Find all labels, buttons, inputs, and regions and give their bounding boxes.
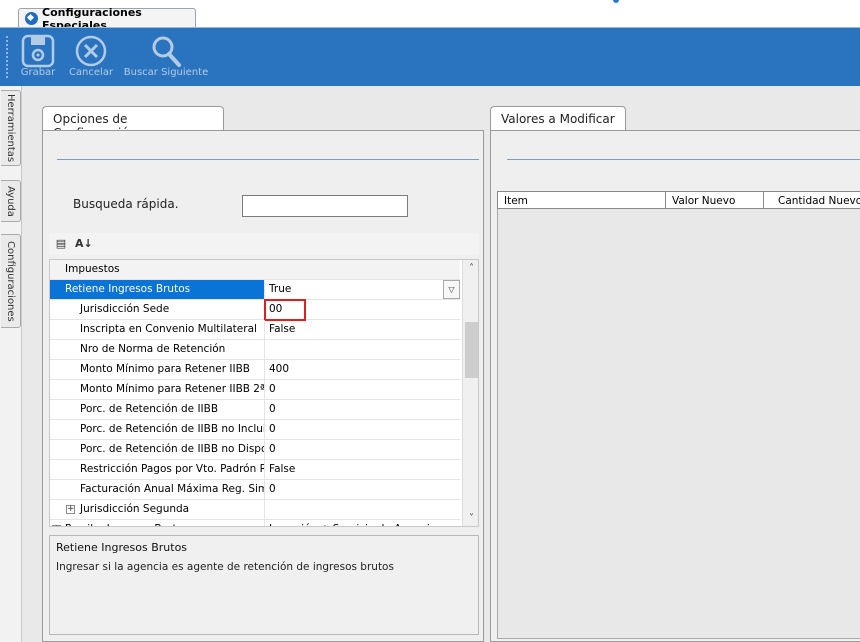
- main-area: Opciones de Configuración Busqueda rápid…: [22, 86, 860, 642]
- property-row[interactable]: +Percibe Ingresos BrutosInversión + Serv…: [50, 520, 460, 526]
- document-tab-bar: Configuraciones Especiales: [0, 0, 860, 32]
- search-icon: [152, 36, 181, 67]
- property-row[interactable]: Monto Mínimo para Retener IIBB 2ª Ju 0: [50, 380, 460, 400]
- column-header-item[interactable]: Item: [498, 192, 666, 209]
- highlight-box: [264, 299, 306, 321]
- save-button[interactable]: Grabar: [16, 32, 60, 82]
- options-divider: [57, 159, 479, 160]
- property-value[interactable]: 400: [266, 360, 460, 379]
- property-row[interactable]: Porc. de Retención de IIBB no Dispon 0: [50, 440, 460, 460]
- property-name: Impuestos: [50, 260, 460, 279]
- side-tab-strip: Herramientas Ayuda Configuraciones: [0, 86, 22, 642]
- side-tab-herramientas[interactable]: Herramientas: [1, 90, 21, 166]
- property-value[interactable]: 0: [266, 480, 460, 499]
- values-panel-tab[interactable]: Valores a Modificar: [490, 106, 626, 131]
- property-row[interactable]: Jurisdicción Sede 00: [50, 300, 460, 320]
- property-grid: −Impuestos−Retiene Ingresos BrutosTrue▽J…: [49, 259, 479, 527]
- property-value[interactable]: Inversión + Servicio de Agencia: [266, 520, 460, 526]
- find-next-button[interactable]: Buscar Siguiente: [122, 32, 210, 82]
- property-value[interactable]: 0: [266, 420, 460, 439]
- property-row[interactable]: Monto Mínimo para Retener IIBB 400: [50, 360, 460, 380]
- property-value[interactable]: False: [266, 460, 460, 479]
- property-row[interactable]: Nro de Norma de Retención: [50, 340, 460, 360]
- quick-search-label: Busqueda rápida.: [73, 197, 179, 211]
- property-name: Jurisdicción Segunda: [50, 500, 265, 519]
- document-tab[interactable]: Configuraciones Especiales: [18, 6, 196, 32]
- property-name: Jurisdicción Sede: [50, 300, 265, 319]
- values-divider: [507, 159, 860, 160]
- scroll-down-icon[interactable]: ˅: [463, 510, 478, 526]
- property-row[interactable]: + Jurisdicción Segunda: [50, 500, 460, 520]
- side-tab-configuraciones[interactable]: Configuraciones: [1, 234, 21, 328]
- property-value[interactable]: [266, 340, 460, 359]
- property-value[interactable]: 0: [266, 440, 460, 459]
- property-description-panel: Retiene Ingresos Brutos Ingresar si la a…: [49, 535, 479, 635]
- property-row[interactable]: −Retiene Ingresos BrutosTrue▽: [50, 280, 460, 300]
- property-name: Nro de Norma de Retención: [50, 340, 265, 359]
- property-name: Inscripta en Convenio Multilateral: [50, 320, 265, 339]
- dropdown-arrow-icon[interactable]: ▽: [443, 280, 460, 299]
- column-header-valor-nuevo[interactable]: Valor Nuevo: [666, 192, 764, 209]
- save-icon: [21, 34, 55, 68]
- property-name: Porc. de Retención de IIBB: [50, 400, 265, 419]
- save-label: Grabar: [20, 67, 56, 78]
- property-value[interactable]: 0: [266, 400, 460, 419]
- property-value[interactable]: False: [266, 320, 460, 339]
- property-value[interactable]: [266, 500, 460, 519]
- side-tab-ayuda[interactable]: Ayuda: [1, 180, 21, 222]
- side-tab-label: Configuraciones: [5, 240, 16, 322]
- property-row[interactable]: Porc. de Retención de IIBB no Incluid 0: [50, 420, 460, 440]
- alphabetical-sort-icon[interactable]: A↓: [75, 236, 93, 252]
- property-name: Porc. de Retención de IIBB no Dispon: [50, 440, 265, 459]
- property-description-text: Ingresar si la agencia es agente de rete…: [56, 561, 394, 573]
- side-tab-label: Herramientas: [5, 93, 16, 163]
- values-grid-body[interactable]: [497, 209, 860, 639]
- categorized-view-icon[interactable]: ▤: [53, 236, 69, 252]
- cancel-button[interactable]: Cancelar: [66, 32, 116, 82]
- property-row[interactable]: Facturación Anual Máxima Reg. Simpli 0: [50, 480, 460, 500]
- window-indicator: [613, 0, 619, 3]
- property-grid-scrollbar[interactable]: ˄ ˅: [462, 260, 478, 526]
- property-name: Porc. de Retención de IIBB no Incluid: [50, 420, 265, 439]
- values-panel: Item Valor Nuevo Cantidad Nuevo: [490, 130, 860, 642]
- options-panel-tab[interactable]: Opciones de Configuración: [42, 106, 224, 140]
- property-name: Facturación Anual Máxima Reg. Simpli: [50, 480, 265, 499]
- property-description-title: Retiene Ingresos Brutos: [56, 541, 188, 554]
- property-name: Percibe Ingresos Brutos: [50, 520, 265, 526]
- property-name: Retiene Ingresos Brutos: [50, 280, 265, 299]
- toolbar-grip[interactable]: [6, 36, 8, 78]
- property-grid-toolbar: ▤ A↓: [49, 233, 479, 255]
- property-row[interactable]: Inscripta en Convenio Multilateral False: [50, 320, 460, 340]
- cancel-icon: [75, 35, 107, 67]
- cancel-label: Cancelar: [68, 67, 114, 78]
- toolbar: Grabar Cancelar Buscar Siguiente: [0, 28, 860, 86]
- property-name: Monto Mínimo para Retener IIBB 2ª Ju: [50, 380, 265, 399]
- side-tab-label: Ayuda: [5, 185, 16, 217]
- property-row[interactable]: Porc. de Retención de IIBB 0: [50, 400, 460, 420]
- column-header-cantidad-nuevo[interactable]: Cantidad Nuevo: [764, 192, 860, 209]
- find-next-label: Buscar Siguiente: [123, 67, 209, 78]
- values-grid-header: Item Valor Nuevo Cantidad Nuevo: [497, 191, 860, 209]
- options-panel: Busqueda rápida. ▤ A↓ −Impuestos−Retiene…: [42, 130, 484, 642]
- scroll-thumb[interactable]: [465, 322, 478, 378]
- property-name: Monto Mínimo para Retener IIBB: [50, 360, 265, 379]
- property-value[interactable]: True: [266, 280, 460, 299]
- property-name: Restricción Pagos por Vto. Padrón RG: [50, 460, 265, 479]
- property-row[interactable]: Restricción Pagos por Vto. Padrón RG Fals…: [50, 460, 460, 480]
- app-icon: [25, 12, 38, 25]
- quick-search-input[interactable]: [242, 195, 408, 217]
- scroll-up-icon[interactable]: ˄: [463, 260, 478, 277]
- property-row[interactable]: −Impuestos: [50, 260, 460, 280]
- values-panel-title: Valores a Modificar: [501, 112, 615, 126]
- property-value[interactable]: 0: [266, 380, 460, 399]
